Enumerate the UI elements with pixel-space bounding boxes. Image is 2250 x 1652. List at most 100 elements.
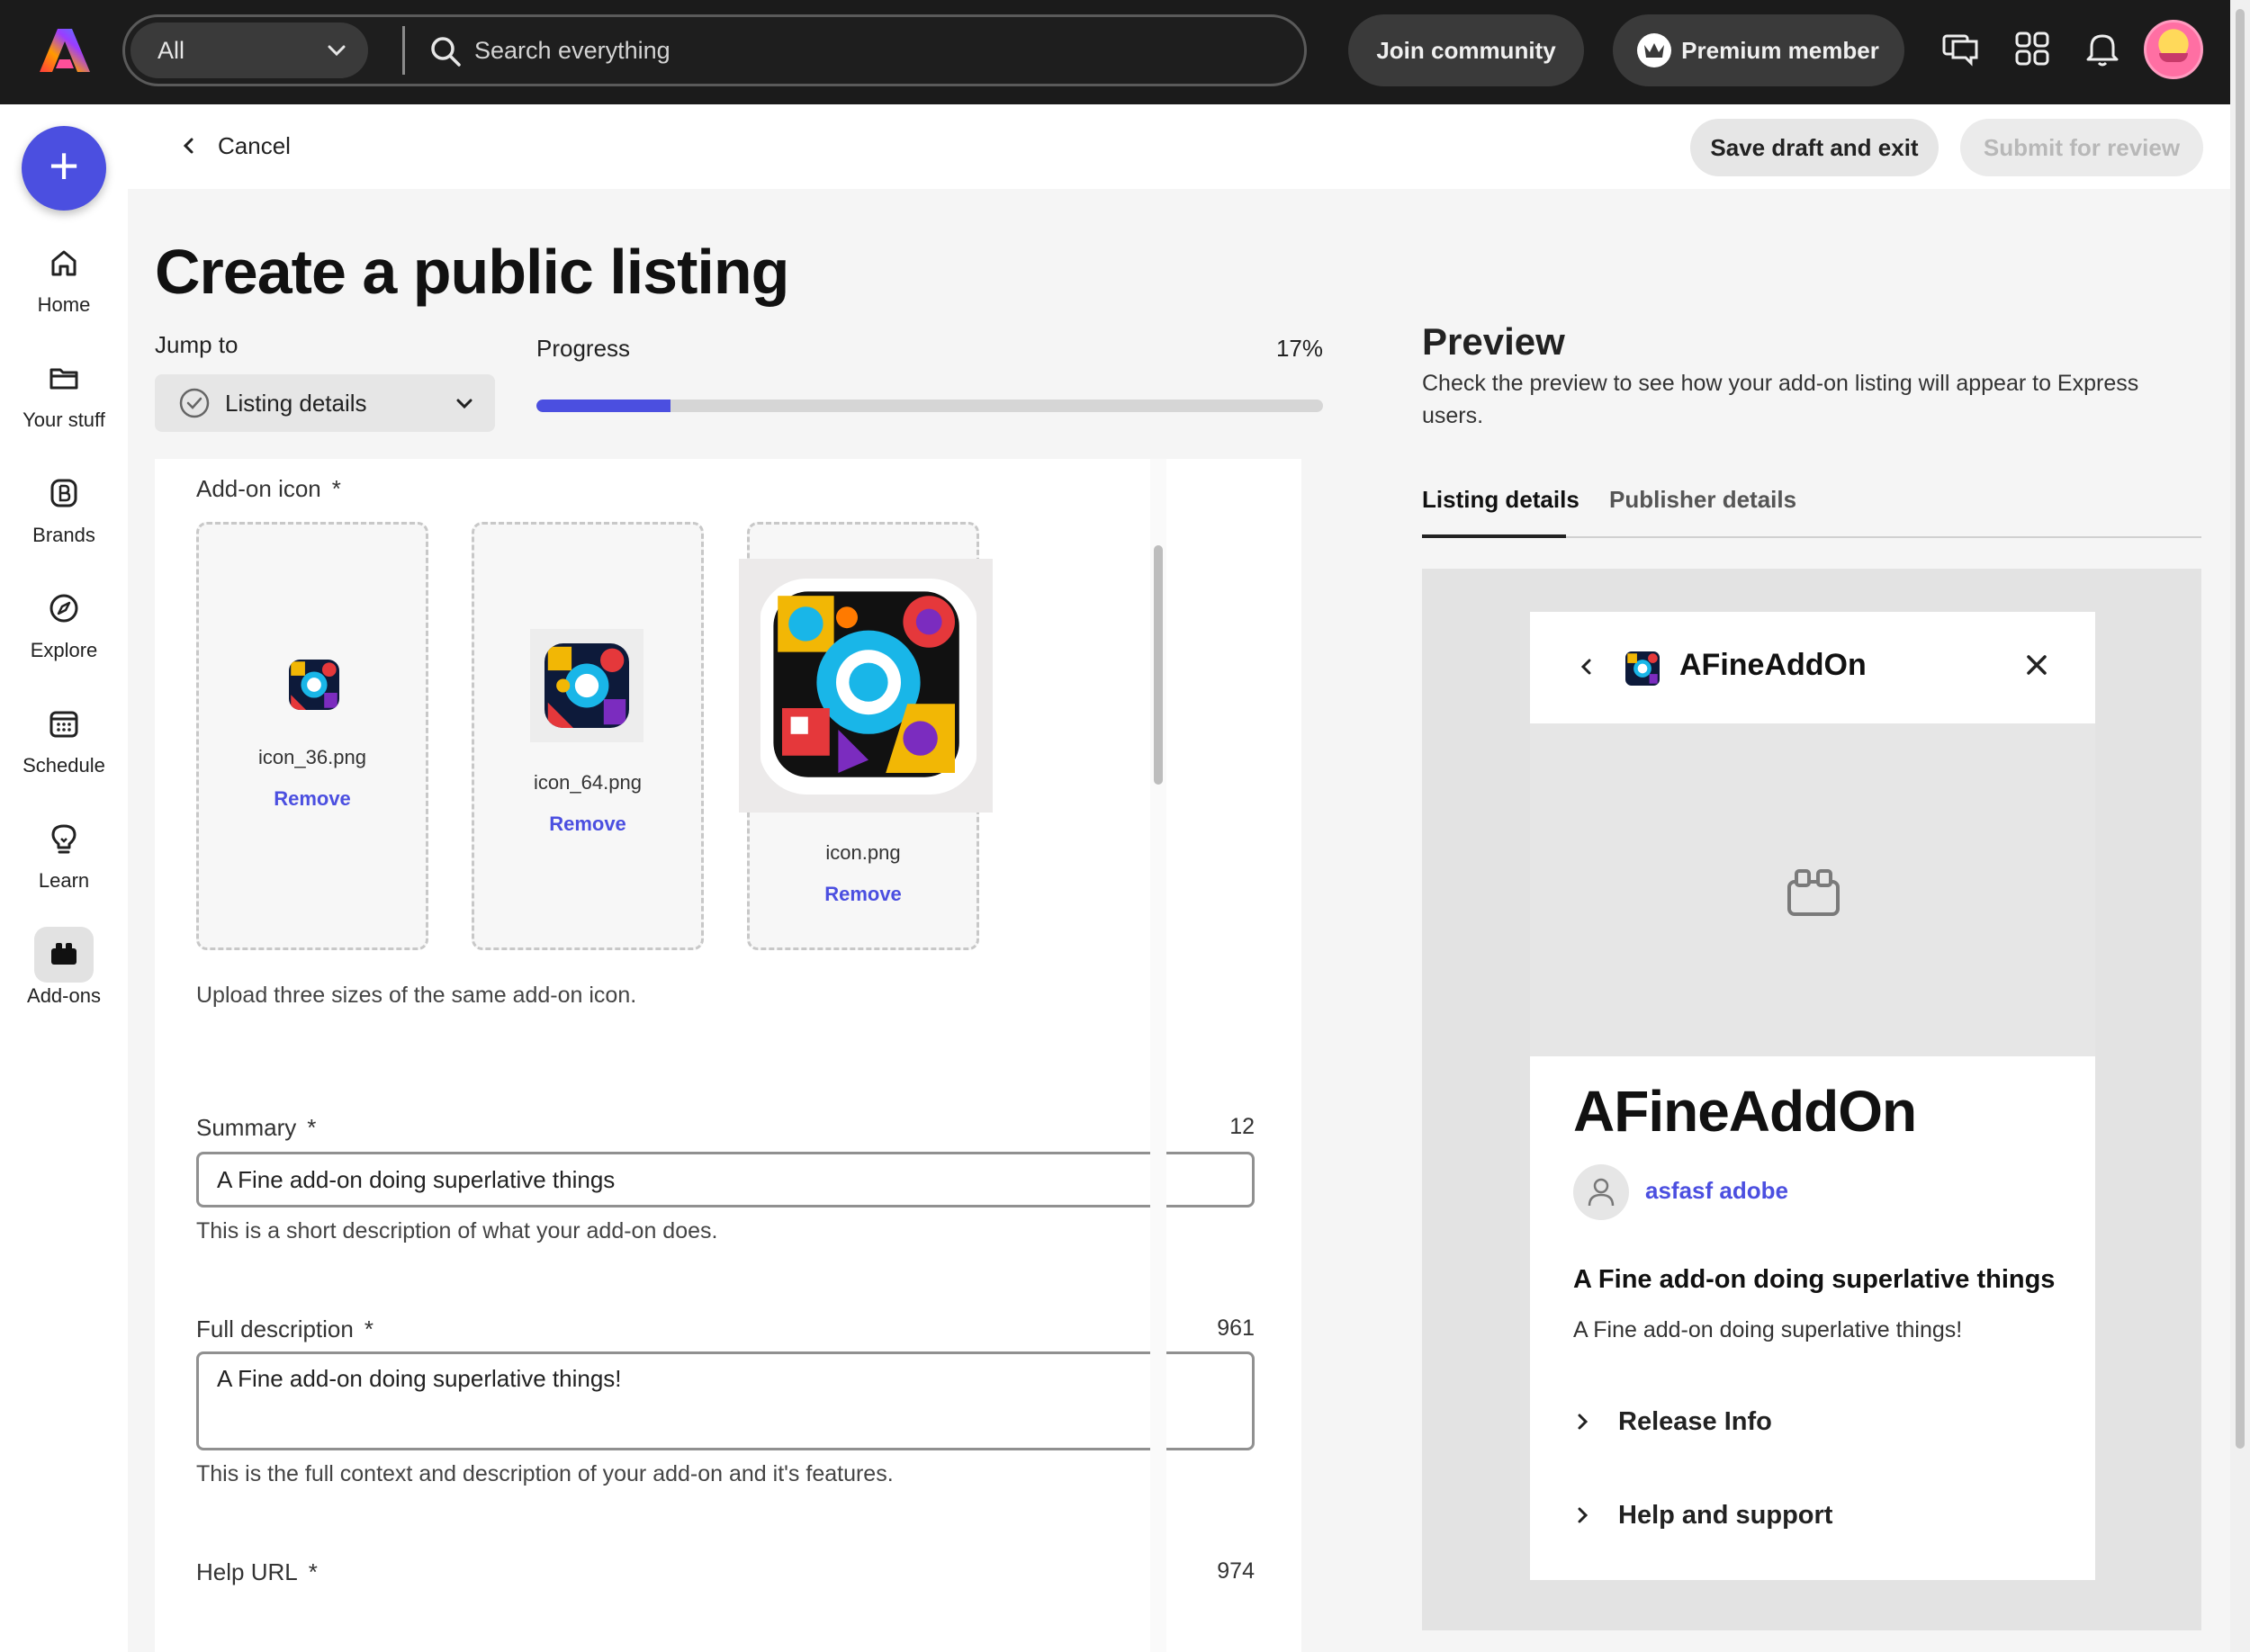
left-rail: + Home Your stuff Brands Explore Schedul… <box>0 104 128 1652</box>
rail-item-brands[interactable]: Brands <box>0 477 128 576</box>
search-icon <box>431 37 461 67</box>
tab-listing-details[interactable]: Listing details <box>1422 486 1580 514</box>
sub-header: Cancel Save draft and exit Submit for re… <box>128 104 2230 189</box>
icon-upload-36[interactable]: icon_36.png Remove <box>196 522 428 950</box>
rail-item-home[interactable]: Home <box>0 247 128 346</box>
progress-label: Progress <box>536 335 631 362</box>
chevron-right-icon <box>1578 1507 1588 1523</box>
search-scope-select[interactable]: All <box>130 22 368 78</box>
preview-description: Check the preview to see how your add-on… <box>1422 371 2139 428</box>
progress-fill <box>536 400 670 412</box>
rail-label-brands: Brands <box>32 524 95 546</box>
adobe-express-logo[interactable] <box>40 27 90 74</box>
full-description-textarea[interactable]: A Fine add-on doing superlative things! <box>196 1351 1255 1450</box>
preview-header: AFineAddOn <box>1530 612 2095 723</box>
jump-to-label: Jump to <box>155 331 238 358</box>
remove-icon-link[interactable]: Remove <box>750 883 976 906</box>
rail-label-learn: Learn <box>38 869 90 892</box>
active-tab-indicator <box>1422 534 1566 538</box>
save-draft-label: Save draft and exit <box>1710 133 1919 161</box>
preview-app-name: AFineAddOn <box>1573 1079 1917 1144</box>
chevron-left-icon <box>183 138 194 154</box>
accordion-help-support: Help and support <box>1573 1497 1832 1533</box>
premium-member-label: Premium member <box>1681 36 1879 64</box>
jump-to-select[interactable]: Listing details <box>155 374 495 432</box>
preview-banner-placeholder <box>1530 723 2095 1056</box>
full-description-label: Full description * <box>196 1315 374 1342</box>
top-bar: All Join community Premium member <box>0 0 2230 104</box>
addons-placeholder-icon <box>1787 869 1840 916</box>
addons-icon <box>51 943 76 965</box>
rail-item-learn[interactable]: Learn <box>0 822 128 921</box>
rail-label-explore: Explore <box>30 639 98 661</box>
bell-icon[interactable] <box>2083 29 2122 68</box>
rail-label-home: Home <box>37 293 91 316</box>
rail-item-your-stuff[interactable]: Your stuff <box>0 362 128 461</box>
remove-icon-link[interactable]: Remove <box>474 813 701 836</box>
accordion-label: Help and support <box>1618 1500 1833 1530</box>
calendar-icon <box>50 711 78 738</box>
summary-input[interactable]: A Fine add-on doing superlative things <box>196 1152 1255 1208</box>
rail-item-schedule[interactable]: Schedule <box>0 707 128 806</box>
rail-label-addons: Add-ons <box>27 984 101 1007</box>
summary-value: A Fine add-on doing superlative things <box>217 1166 616 1193</box>
accordion-release-info: Release Info <box>1573 1404 1772 1440</box>
preview-description-text: A Fine add-on doing superlative things! <box>1573 1317 1963 1342</box>
full-description-helper-text: This is the full context and description… <box>196 1461 894 1486</box>
icon-filename: icon.png <box>825 841 901 864</box>
page-title: Create a public listing <box>155 237 789 307</box>
addon-icon-thumbnail <box>544 643 629 728</box>
addon-icon-thumbnail <box>760 579 976 795</box>
icon-upload-full[interactable]: icon.png Remove <box>739 522 993 950</box>
apps-grid-icon[interactable] <box>2012 29 2052 68</box>
search-divider <box>402 26 405 75</box>
page-scrollbar[interactable] <box>2230 0 2250 1652</box>
form-scroll-thumb[interactable] <box>1154 545 1163 785</box>
accordion-label: Release Info <box>1618 1406 1772 1436</box>
search-bar: All <box>122 14 1307 86</box>
cancel-link[interactable]: Cancel <box>178 128 291 164</box>
folder-icon <box>50 368 78 390</box>
page-scroll-thumb[interactable] <box>2236 9 2245 1449</box>
preview-summary: A Fine add-on doing superlative things <box>1573 1265 2056 1294</box>
progress-bar <box>536 400 1323 412</box>
tab-publisher-details[interactable]: Publisher details <box>1609 486 1796 514</box>
listing-form: Add-on icon * icon_36.png Remove icon_64.… <box>155 459 1301 1652</box>
help-url-char-count: 974 <box>1217 1558 1255 1584</box>
rail-item-addons[interactable]: Add-ons <box>0 927 128 1037</box>
chevron-right-icon <box>1578 1414 1588 1430</box>
remove-icon-link[interactable]: Remove <box>199 787 426 811</box>
preview-app-title: AFineAddOn <box>1679 648 1867 682</box>
search-input[interactable] <box>474 26 1266 75</box>
chat-icon[interactable] <box>1940 29 1980 68</box>
addon-icon-label: Add-on icon * <box>196 475 341 502</box>
chevron-down-icon <box>456 399 472 409</box>
jump-to-value: Listing details <box>225 389 367 417</box>
user-avatar[interactable] <box>2144 20 2203 79</box>
help-url-label: Help URL * <box>196 1558 318 1585</box>
premium-member-button[interactable]: Premium member <box>1613 14 1904 86</box>
crown-icon <box>1637 33 1671 67</box>
close-icon <box>2027 655 2047 675</box>
form-scrollbar[interactable] <box>1150 459 1166 1652</box>
icon-filename: icon_36.png <box>258 746 366 768</box>
compass-icon <box>50 594 78 623</box>
author-avatar <box>1573 1164 1629 1220</box>
summary-helper-text: This is a short description of what your… <box>196 1218 718 1243</box>
progress-value: 17% <box>1275 335 1323 362</box>
save-draft-button[interactable]: Save draft and exit <box>1690 119 1939 176</box>
icon-helper-text: Upload three sizes of the same add-on ic… <box>196 983 637 1008</box>
user-icon <box>1588 1178 1615 1207</box>
icon-upload-64[interactable]: icon_64.png Remove <box>472 522 704 950</box>
full-description-value: A Fine add-on doing superlative things! <box>217 1365 622 1392</box>
submit-for-review-button[interactable]: Submit for review <box>1960 119 2203 176</box>
rail-label-schedule: Schedule <box>22 754 105 777</box>
addon-icon-small <box>1625 651 1660 686</box>
icon-filename: icon_64.png <box>534 771 642 794</box>
full-description-char-count: 961 <box>1217 1315 1255 1341</box>
create-button[interactable]: + <box>22 126 106 211</box>
preview-title: Preview <box>1422 320 1565 363</box>
join-community-button[interactable]: Join community <box>1348 14 1584 86</box>
rail-item-explore[interactable]: Explore <box>0 592 128 691</box>
listing-preview-panel: AFineAddOn AFineAddOn asfasf adobe A Fin… <box>1530 612 2095 1580</box>
